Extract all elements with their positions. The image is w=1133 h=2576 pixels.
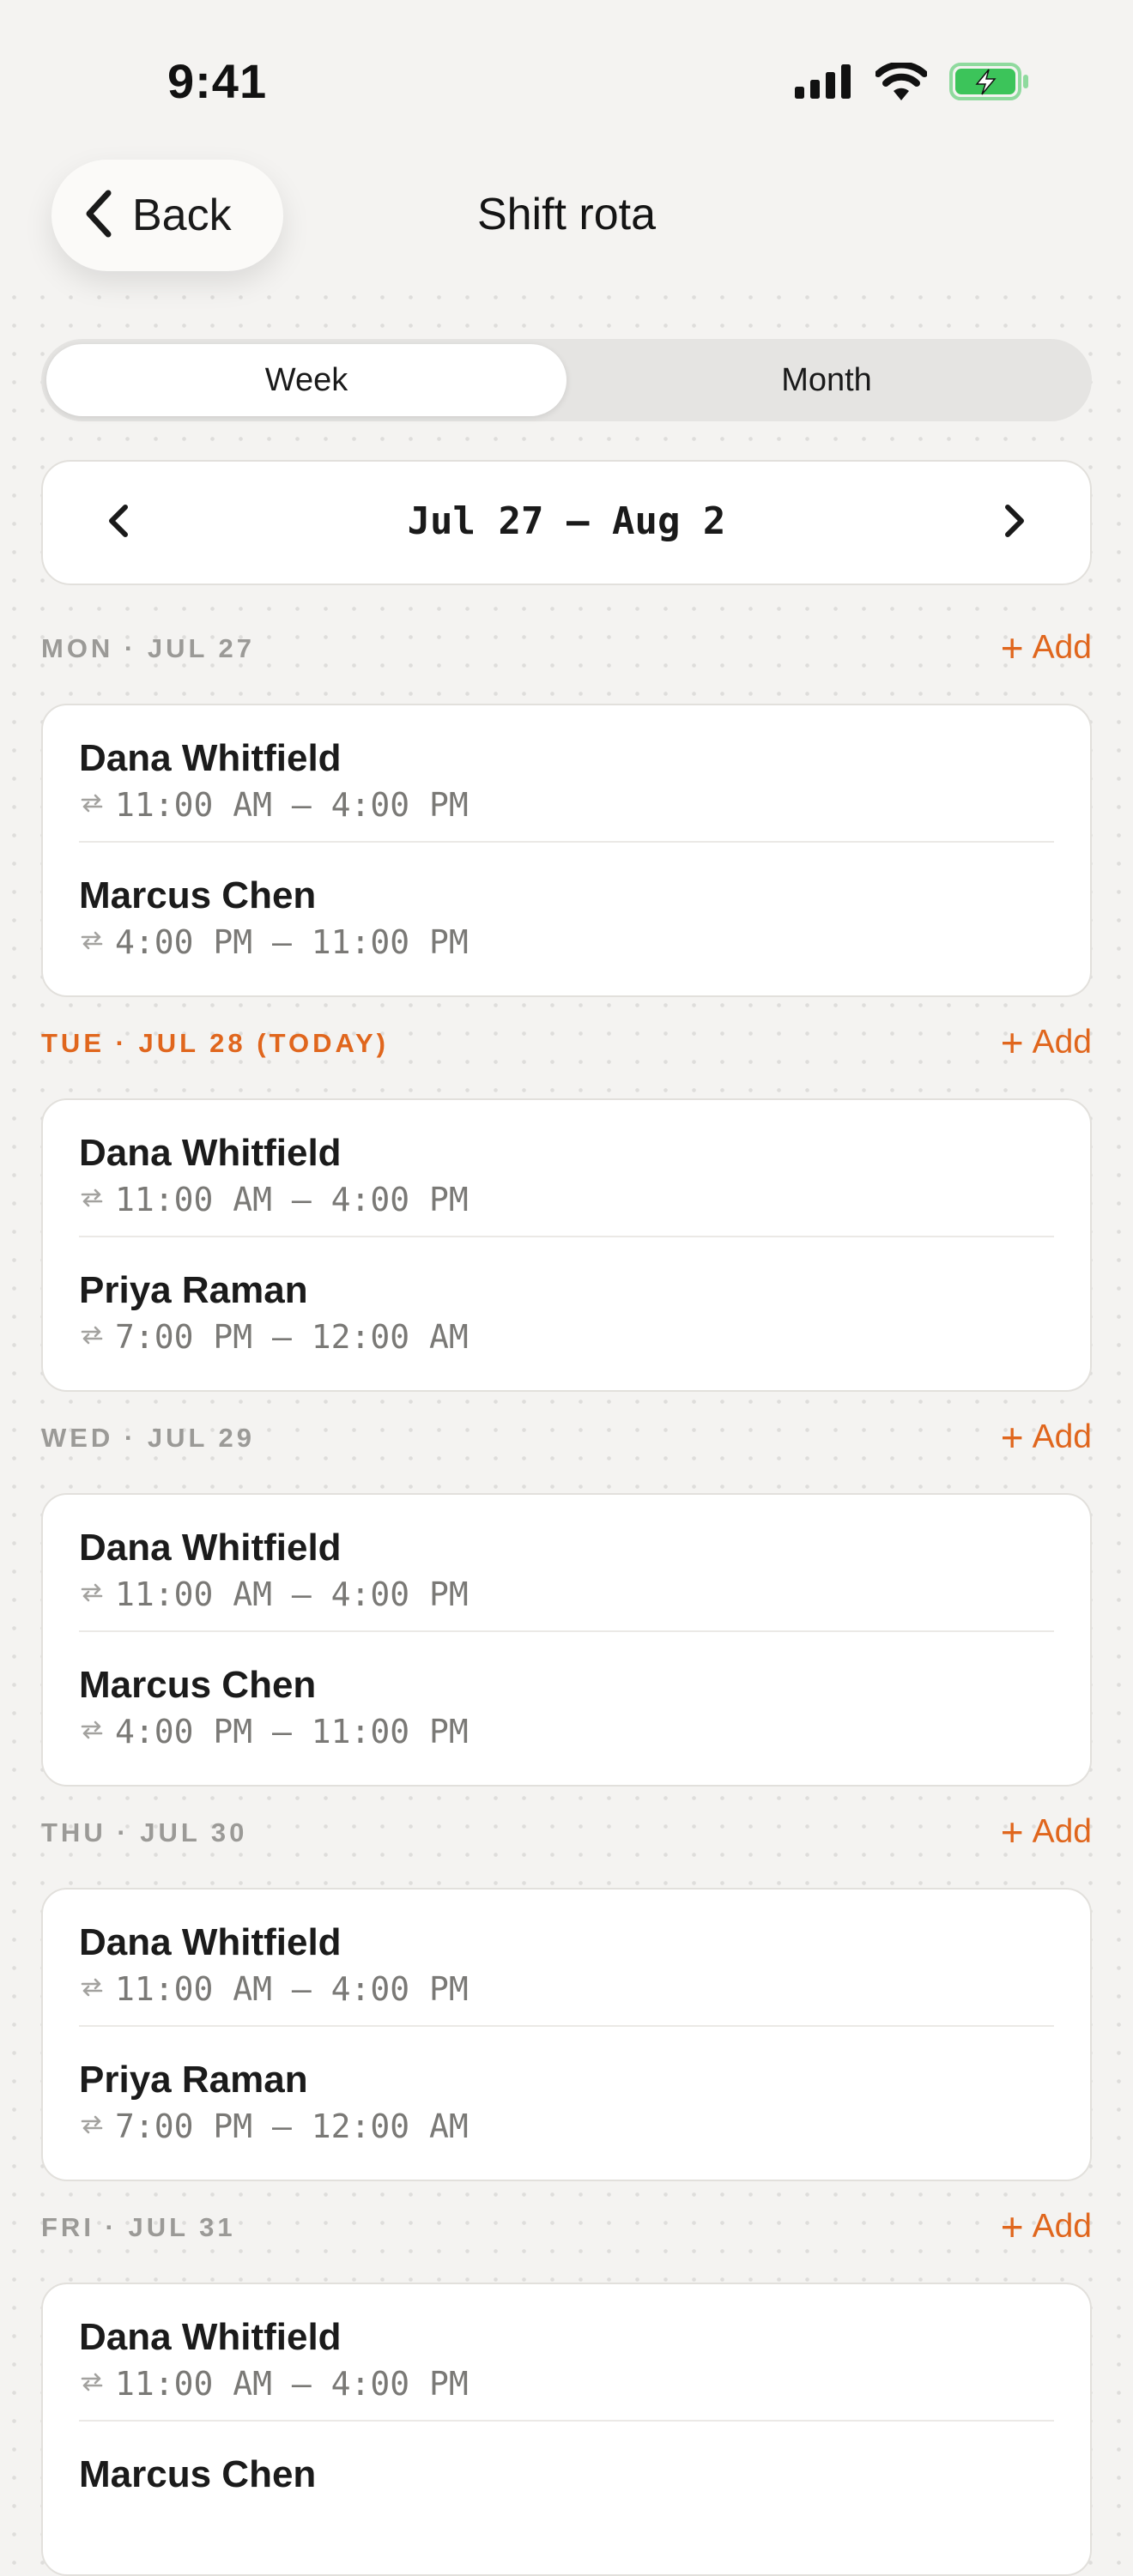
add-shift-button[interactable]: + Add: [1001, 2207, 1092, 2246]
week-tab[interactable]: Week: [46, 344, 566, 416]
shift-row[interactable]: Dana Whitfield 11:00 AM – 4:00 PM: [79, 705, 1054, 841]
add-label: Add: [1032, 1813, 1092, 1850]
repeat-icon: [79, 1975, 105, 2004]
repeat-icon: [79, 2370, 105, 2398]
add-label: Add: [1032, 2208, 1092, 2245]
shift-time: 11:00 AM – 4:00 PM: [115, 1181, 469, 1219]
shift-time: 11:00 AM – 4:00 PM: [115, 786, 469, 825]
day-section-thu: THU · JUL 30 + Add Dana Whitfield 11:00 …: [41, 1812, 1092, 2181]
status-time: 9:41: [167, 54, 268, 108]
shift-row[interactable]: Marcus Chen: [79, 2420, 1054, 2555]
add-label: Add: [1032, 629, 1092, 666]
shift-card: Dana Whitfield 11:00 AM – 4:00 PM Marcus…: [41, 2283, 1092, 2576]
day-label: THU · JUL 30: [41, 1817, 248, 1847]
shift-employee-name: Dana Whitfield: [79, 1132, 342, 1174]
next-week-button[interactable]: [984, 492, 1045, 553]
plus-icon: +: [1000, 1020, 1024, 1065]
shift-time: 4:00 PM – 11:00 PM: [115, 1713, 469, 1751]
shift-time-line: 11:00 AM – 4:00 PM: [79, 786, 1054, 824]
day-header: FRI · JUL 31 + Add: [41, 2207, 1092, 2272]
shift-row[interactable]: Dana Whitfield 11:00 AM – 4:00 PM: [79, 1495, 1054, 1630]
add-shift-button[interactable]: + Add: [1001, 1023, 1092, 1062]
shift-time-line: 11:00 AM – 4:00 PM: [79, 1970, 1054, 2008]
shift-time-line: 11:00 AM – 4:00 PM: [79, 1575, 1054, 1613]
plus-icon: +: [1000, 1415, 1024, 1460]
day-label: FRI · JUL 31: [41, 2212, 236, 2242]
shift-employee-name: Priya Raman: [79, 1269, 308, 1311]
repeat-icon: [79, 1718, 105, 1746]
chevron-right-icon: [1001, 500, 1028, 546]
day-header: THU · JUL 30 + Add: [41, 1812, 1092, 1878]
day-label: MON · JUL 27: [41, 633, 255, 663]
repeat-icon: [79, 928, 105, 957]
day-header: TUE · JUL 28 (TODAY) + Add: [41, 1023, 1092, 1088]
shift-time-line: 7:00 PM – 12:00 AM: [79, 2107, 1054, 2145]
repeat-icon: [79, 1581, 105, 1609]
plus-icon: +: [1000, 1810, 1024, 1854]
shift-employee-name: Dana Whitfield: [79, 1527, 342, 1569]
day-section-tue: TUE · JUL 28 (TODAY) + Add Dana Whitfiel…: [41, 1023, 1092, 1392]
plus-icon: +: [1000, 626, 1024, 670]
day-section-fri: FRI · JUL 31 + Add Dana Whitfield 11:00 …: [41, 2207, 1092, 2576]
shift-row[interactable]: Marcus Chen 4:00 PM – 11:00 PM: [79, 841, 1054, 977]
shift-time-line: 7:00 PM – 12:00 AM: [79, 1318, 1054, 1356]
shift-time: 7:00 PM – 12:00 AM: [115, 1318, 469, 1357]
shift-time-line: 11:00 AM – 4:00 PM: [79, 1181, 1054, 1218]
header: Back Shift rota: [0, 154, 1133, 283]
shift-row[interactable]: Dana Whitfield 11:00 AM – 4:00 PM: [79, 1100, 1054, 1236]
shift-time: 7:00 PM – 12:00 AM: [115, 2107, 469, 2146]
add-shift-button[interactable]: + Add: [1001, 628, 1092, 668]
add-label: Add: [1032, 1418, 1092, 1455]
shift-time: 11:00 AM – 4:00 PM: [115, 1575, 469, 1614]
shift-time: 11:00 AM – 4:00 PM: [115, 1970, 469, 2009]
shift-employee-name: Marcus Chen: [79, 1664, 317, 1706]
shift-employee-name: Dana Whitfield: [79, 2316, 342, 2358]
wifi-icon: [875, 61, 928, 105]
shift-time: 11:00 AM – 4:00 PM: [115, 2365, 469, 2404]
shift-row[interactable]: Marcus Chen 4:00 PM – 11:00 PM: [79, 1630, 1054, 1766]
shift-card: Dana Whitfield 11:00 AM – 4:00 PM Priya …: [41, 1888, 1092, 2181]
shift-employee-name: Priya Raman: [79, 2059, 308, 2101]
shift-card: Dana Whitfield 11:00 AM – 4:00 PM Priya …: [41, 1098, 1092, 1392]
shift-row[interactable]: Priya Raman 7:00 PM – 12:00 AM: [79, 1236, 1054, 1371]
view-toggle: Week Month: [41, 339, 1092, 421]
add-label: Add: [1032, 1024, 1092, 1061]
status-bar: 9:41: [0, 0, 1133, 154]
status-icons: [795, 61, 1030, 106]
day-section-mon: MON · JUL 27 + Add Dana Whitfield 11:00 …: [41, 628, 1092, 997]
shift-time: 4:00 PM – 11:00 PM: [115, 923, 469, 962]
date-range: Jul 27 – Aug 2: [407, 499, 726, 543]
shift-row[interactable]: Dana Whitfield 11:00 AM – 4:00 PM: [79, 1890, 1054, 2025]
shift-card: Dana Whitfield 11:00 AM – 4:00 PM Marcus…: [41, 704, 1092, 997]
battery-charging-icon: [949, 62, 1030, 106]
shift-employee-name: Marcus Chen: [79, 2453, 317, 2495]
shift-card: Dana Whitfield 11:00 AM – 4:00 PM Marcus…: [41, 1493, 1092, 1787]
cellular-signal-icon: [795, 64, 853, 103]
shift-row[interactable]: Dana Whitfield 11:00 AM – 4:00 PM: [79, 2284, 1054, 2420]
shift-employee-name: Marcus Chen: [79, 874, 317, 916]
day-label-today: TUE · JUL 28 (TODAY): [41, 1028, 390, 1058]
add-shift-button[interactable]: + Add: [1001, 1812, 1092, 1852]
repeat-icon: [79, 2113, 105, 2141]
day-label: WED · JUL 29: [41, 1423, 255, 1453]
day-header: MON · JUL 27 + Add: [41, 628, 1092, 693]
shift-employee-name: Dana Whitfield: [79, 1921, 342, 1963]
shift-employee-name: Dana Whitfield: [79, 737, 342, 779]
repeat-icon: [79, 791, 105, 819]
shift-time-line: 11:00 AM – 4:00 PM: [79, 2365, 1054, 2403]
repeat-icon: [79, 1323, 105, 1351]
page-title: Shift rota: [476, 190, 657, 239]
shift-time-line: 4:00 PM – 11:00 PM: [79, 923, 1054, 961]
day-header: WED · JUL 29 + Add: [41, 1418, 1092, 1483]
month-tab[interactable]: Month: [566, 344, 1087, 416]
plus-icon: +: [1000, 2204, 1024, 2249]
repeat-icon: [79, 1186, 105, 1214]
shift-time-line: 4:00 PM – 11:00 PM: [79, 1713, 1054, 1751]
shift-row[interactable]: Priya Raman 7:00 PM – 12:00 AM: [79, 2025, 1054, 2161]
date-navigator: Jul 27 – Aug 2: [41, 460, 1092, 585]
day-section-wed: WED · JUL 29 + Add Dana Whitfield 11:00 …: [41, 1418, 1092, 1787]
add-shift-button[interactable]: + Add: [1001, 1418, 1092, 1457]
